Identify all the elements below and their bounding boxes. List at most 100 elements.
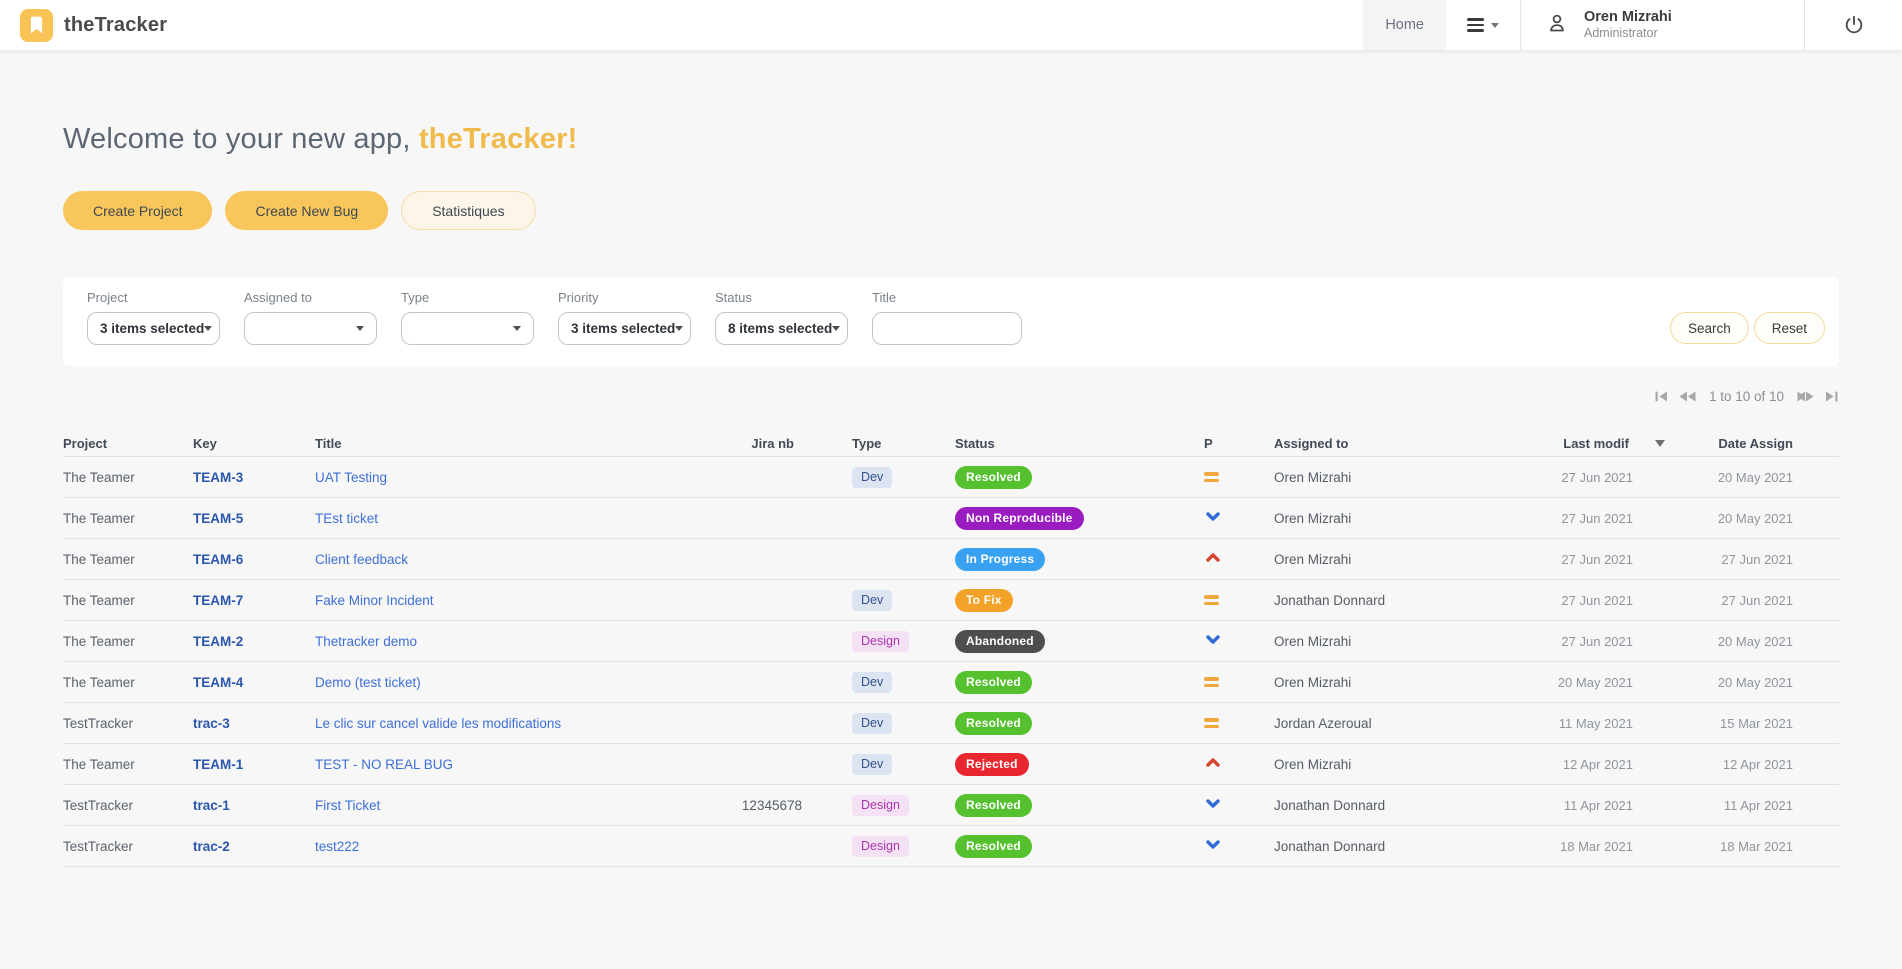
last-page-button[interactable] <box>1824 389 1839 404</box>
user-menu[interactable]: Oren Mizrahi Administrator <box>1521 0 1804 50</box>
cell-last-modif: 11 Apr 2021 <box>1549 798 1689 813</box>
bug-key-link[interactable]: TEAM-6 <box>193 552 243 567</box>
bug-title-link[interactable]: Fake Minor Incident <box>315 593 434 608</box>
cell-project: The Teamer <box>63 552 193 567</box>
cell-assigned-to: Jordan Azeroual <box>1274 716 1549 731</box>
page-title-text: Welcome to your new app, <box>63 123 419 155</box>
pagination-range-label: 1 to 10 of 10 <box>1709 389 1784 404</box>
bug-key-link[interactable]: trac-3 <box>193 716 230 731</box>
cell-priority <box>1204 631 1274 651</box>
hamburger-icon <box>1467 16 1484 34</box>
filter-label-project: Project <box>87 290 220 305</box>
cell-date-assign: 20 May 2021 <box>1689 675 1839 690</box>
bug-row: The TeamerTEAM-5TEst ticketNon Reproduci… <box>63 498 1839 539</box>
filter-input-title[interactable] <box>872 312 1022 345</box>
sort-desc-icon <box>1655 440 1665 447</box>
cell-project: TestTracker <box>63 716 193 731</box>
status-badge: Abandoned <box>955 630 1045 653</box>
cell-priority <box>1204 836 1274 856</box>
cell-priority <box>1204 549 1274 569</box>
bug-title-link[interactable]: Thetracker demo <box>315 634 417 649</box>
nav-home[interactable]: Home <box>1363 0 1446 50</box>
column-header-assigned-to[interactable]: Assigned to <box>1274 436 1549 451</box>
cell-type: Dev <box>810 754 955 775</box>
filter-select-project[interactable]: 3 items selected <box>87 312 220 345</box>
column-header-status[interactable]: Status <box>955 436 1204 451</box>
brand[interactable]: theTracker <box>20 0 167 50</box>
create-new-bug-button[interactable]: Create New Bug <box>225 191 388 230</box>
column-header-title[interactable]: Title <box>315 436 700 451</box>
column-header-p[interactable]: P <box>1204 436 1274 451</box>
select-value: 3 items selected <box>100 321 204 336</box>
reset-button[interactable]: Reset <box>1754 312 1825 344</box>
bug-title-link[interactable]: First Ticket <box>315 798 380 813</box>
filter-group-assigned-to: Assigned to <box>244 290 377 345</box>
next-page-button[interactable] <box>1796 389 1815 404</box>
table-body: The TeamerTEAM-3UAT TestingDevResolvedOr… <box>63 457 1839 867</box>
previous-page-button[interactable] <box>1678 389 1697 404</box>
logout-button[interactable] <box>1805 0 1902 50</box>
column-header-type[interactable]: Type <box>810 436 955 451</box>
bug-title-link[interactable]: UAT Testing <box>315 470 387 485</box>
chevron-down-icon <box>204 326 212 331</box>
bug-key-link[interactable]: TEAM-7 <box>193 593 243 608</box>
column-header-key[interactable]: Key <box>193 436 315 451</box>
statistiques-button[interactable]: Statistiques <box>401 191 535 230</box>
cell-type: Design <box>810 795 955 816</box>
first-page-button[interactable] <box>1654 389 1669 404</box>
bug-key-link[interactable]: TEAM-2 <box>193 634 243 649</box>
cell-assigned-to: Jonathan Donnard <box>1274 798 1549 813</box>
bug-title-link[interactable]: TEST - NO REAL BUG <box>315 757 453 772</box>
bug-key-link[interactable]: trac-2 <box>193 839 230 854</box>
main-content: Welcome to your new app, theTracker! Cre… <box>0 123 1902 867</box>
cell-status: In Progress <box>955 548 1204 571</box>
chevron-down-icon <box>832 326 840 331</box>
bug-title-link[interactable]: Le clic sur cancel valide les modificati… <box>315 716 561 731</box>
create-project-button[interactable]: Create Project <box>63 191 212 230</box>
cell-status: Resolved <box>955 466 1204 489</box>
bug-key-link[interactable]: TEAM-3 <box>193 470 243 485</box>
filter-group-status: Status 8 items selected <box>715 290 848 345</box>
filter-group-title: Title <box>872 290 1022 345</box>
filter-select-type[interactable] <box>401 312 534 345</box>
bug-key-link[interactable]: TEAM-5 <box>193 511 243 526</box>
filter-select-status[interactable]: 8 items selected <box>715 312 848 345</box>
bug-key-link[interactable]: TEAM-1 <box>193 757 243 772</box>
bug-title-link[interactable]: Client feedback <box>315 552 408 567</box>
status-badge: Resolved <box>955 835 1032 858</box>
cell-type: Dev <box>810 713 955 734</box>
bug-key-link[interactable]: TEAM-4 <box>193 675 243 690</box>
cell-type: Dev <box>810 672 955 693</box>
column-header-project[interactable]: Project <box>63 436 193 451</box>
cell-assigned-to: Oren Mizrahi <box>1274 470 1549 485</box>
status-badge: In Progress <box>955 548 1045 571</box>
column-header-label: Type <box>852 436 881 451</box>
page-title-brand: theTracker! <box>419 123 578 155</box>
bug-title-link[interactable]: TEst ticket <box>315 511 378 526</box>
filter-select-assigned-to[interactable] <box>244 312 377 345</box>
filter-select-priority[interactable]: 3 items selected <box>558 312 691 345</box>
cell-last-modif: 27 Jun 2021 <box>1549 552 1689 567</box>
column-header-jira-nb[interactable]: Jira nb <box>700 436 810 451</box>
bug-title-link[interactable]: Demo (test ticket) <box>315 675 421 690</box>
bug-row: TestTrackertrac-1First Ticket12345678Des… <box>63 785 1839 826</box>
filter-label-status: Status <box>715 290 848 305</box>
nav-menu-button[interactable] <box>1446 0 1520 50</box>
priority-low-icon <box>1204 508 1222 525</box>
cell-assigned-to: Jonathan Donnard <box>1274 593 1549 608</box>
filter-label-priority: Priority <box>558 290 691 305</box>
bug-key-link[interactable]: trac-1 <box>193 798 230 813</box>
cell-status: Resolved <box>955 671 1204 694</box>
search-button[interactable]: Search <box>1670 312 1749 344</box>
cell-status: Resolved <box>955 794 1204 817</box>
cell-last-modif: 12 Apr 2021 <box>1549 757 1689 772</box>
column-header-last-modif[interactable]: Last modif <box>1549 436 1689 451</box>
cell-priority <box>1204 508 1274 528</box>
bug-title-link[interactable]: test222 <box>315 839 359 854</box>
table-header: ProjectKeyTitleJira nb Type StatusP Assigne… <box>63 430 1839 457</box>
column-header-date-assign[interactable]: Date Assign <box>1689 436 1839 451</box>
filter-label-type: Type <box>401 290 534 305</box>
column-header-label: P <box>1204 436 1213 451</box>
status-badge: Rejected <box>955 753 1029 776</box>
filter-group-project: Project 3 items selected <box>87 290 220 345</box>
